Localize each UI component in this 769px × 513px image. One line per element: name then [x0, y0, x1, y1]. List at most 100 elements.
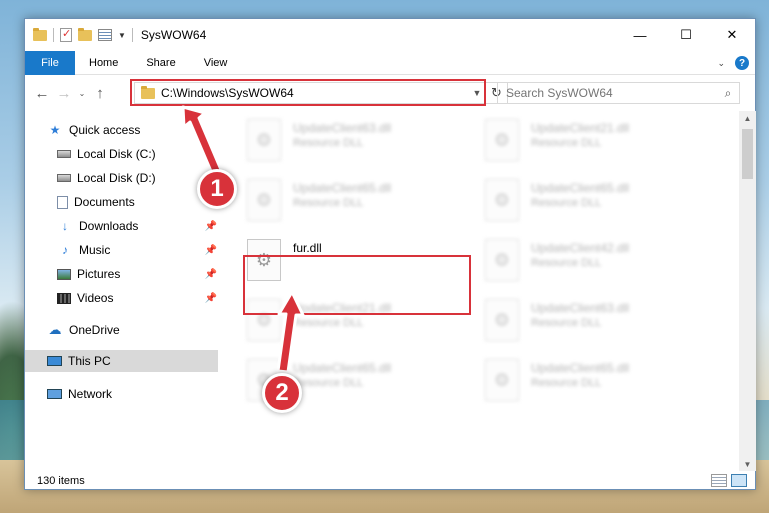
title-bar: ▼ SysWOW64 — ☐ ✕ — [25, 19, 755, 51]
file-name: UpdateClient65.dll — [293, 361, 392, 375]
file-list: ⚙ UpdateClient63.dll Resource DLL ⚙ Updat… — [225, 111, 739, 468]
explorer-window: ▼ SysWOW64 — ☐ ✕ File Home Share View ⌄ … — [24, 18, 756, 490]
search-input[interactable] — [506, 86, 717, 100]
item-count: 130 items — [37, 475, 85, 487]
large-icons-view-icon[interactable] — [731, 474, 747, 487]
list-item[interactable]: ⚙ UpdateClient65.dll Resource DLL — [485, 179, 705, 235]
drive-icon — [57, 174, 71, 182]
file-type: Resource DLL — [531, 137, 602, 149]
dll-file-icon: ⚙ — [485, 179, 519, 221]
new-folder-icon[interactable] — [78, 27, 92, 41]
expand-ribbon-icon[interactable]: ⌄ — [717, 58, 725, 69]
dll-file-icon: ⚙ — [485, 239, 519, 281]
pin-icon[interactable]: 📌 — [205, 245, 217, 256]
search-box[interactable]: ⌕ — [497, 82, 740, 104]
pin-icon[interactable]: 📌 — [205, 269, 217, 280]
tab-home[interactable]: Home — [75, 51, 132, 75]
dll-file-icon: ⚙ — [247, 119, 281, 161]
file-type: Resource DLL — [531, 377, 602, 389]
list-item-fur-dll[interactable]: ⚙ fur.dll — [247, 239, 467, 295]
scroll-down-icon[interactable]: ▼ — [739, 457, 756, 471]
list-item[interactable]: ⚙ UpdateClient65.dll Resource DLL — [485, 359, 705, 415]
recent-locations-button[interactable]: ⌄ — [75, 81, 89, 105]
pin-icon[interactable]: 📌 — [205, 293, 217, 304]
sidebar-item-label: Downloads — [79, 219, 139, 233]
tab-file[interactable]: File — [25, 50, 75, 75]
customize-toolbar-icon[interactable]: ▼ — [118, 31, 126, 40]
sidebar-item-pictures[interactable]: Pictures 📌 — [57, 263, 217, 285]
properties-icon[interactable] — [60, 27, 72, 42]
sidebar-item-this-pc[interactable]: This PC — [25, 350, 218, 372]
close-button[interactable]: ✕ — [709, 19, 755, 51]
vertical-scrollbar[interactable]: ▲ ▼ — [739, 111, 756, 471]
sidebar-item-label: This PC — [68, 354, 111, 368]
file-type: Resource DLL — [293, 137, 364, 149]
sidebar-item-local-disk-d[interactable]: Local Disk (D:) — [57, 167, 217, 189]
dll-file-icon: ⚙ — [247, 239, 281, 281]
tab-view[interactable]: View — [190, 51, 242, 75]
help-icon[interactable]: ? — [735, 56, 749, 70]
sidebar-item-label: Videos — [77, 291, 114, 305]
dll-file-icon: ⚙ — [247, 179, 281, 221]
toolbar-separator — [53, 28, 54, 42]
details-view-icon[interactable] — [711, 474, 727, 487]
sidebar-item-network[interactable]: Network — [47, 383, 217, 405]
dll-file-icon: ⚙ — [485, 299, 519, 341]
file-name: UpdateClient65.dll — [293, 181, 392, 195]
sidebar-item-downloads[interactable]: ↓ Downloads 📌 — [57, 215, 217, 237]
address-bar[interactable]: C:\Windows\SysWOW64 ▼ — [134, 82, 486, 104]
file-type: Resource DLL — [531, 257, 602, 269]
ribbon-tabs: File Home Share View ⌄ ? — [25, 50, 755, 75]
file-name: UpdateClient63.dll — [293, 121, 392, 135]
tab-share[interactable]: Share — [132, 51, 189, 75]
navigation-pane: ★ Quick access Local Disk (C:) Local Dis… — [25, 117, 218, 469]
sidebar-item-quick-access[interactable]: ★ Quick access — [47, 119, 217, 141]
file-name: UpdateClient65.dll — [531, 361, 630, 375]
scroll-thumb[interactable] — [742, 129, 753, 179]
address-path[interactable]: C:\Windows\SysWOW64 — [161, 86, 469, 100]
list-item[interactable]: ⚙ UpdateClient63.dll Resource DLL — [247, 119, 467, 175]
music-icon: ♪ — [62, 243, 68, 257]
sidebar-item-label: OneDrive — [69, 323, 120, 337]
dll-file-icon: ⚙ — [485, 359, 519, 401]
search-icon[interactable]: ⌕ — [717, 86, 739, 101]
sidebar-item-onedrive[interactable]: ☁ OneDrive — [47, 319, 217, 341]
quick-access-toolbar: ▼ — [25, 19, 133, 51]
list-item[interactable]: ⚙ UpdateClient63.dll Resource DLL — [485, 299, 705, 355]
navigation-bar: ← → ⌄ ↑ C:\Windows\SysWOW64 ▼ ↻ ⌕ — [25, 78, 755, 108]
list-item[interactable]: ⚙ UpdateClient42.dll Resource DLL — [485, 239, 705, 295]
sidebar-item-videos[interactable]: Videos 📌 — [57, 287, 217, 309]
documents-icon — [57, 195, 68, 209]
view-options-icon[interactable] — [98, 29, 112, 41]
list-item[interactable]: ⚙ UpdateClient21.dll Resource DLL — [247, 299, 467, 355]
star-icon: ★ — [49, 123, 61, 137]
maximize-button[interactable]: ☐ — [663, 19, 709, 51]
dll-file-icon: ⚙ — [247, 299, 281, 341]
file-name: UpdateClient21.dll — [293, 301, 392, 315]
scroll-up-icon[interactable]: ▲ — [739, 111, 756, 125]
toolbar-separator — [131, 28, 133, 42]
window-controls: — ☐ ✕ — [617, 19, 755, 51]
drive-icon — [57, 150, 71, 158]
window-title: SysWOW64 — [140, 28, 207, 42]
minimize-button[interactable]: — — [617, 19, 663, 51]
sidebar-item-local-disk-c[interactable]: Local Disk (C:) — [57, 143, 217, 165]
folder-icon — [33, 27, 47, 41]
ribbon-right: ⌄ ? — [717, 51, 749, 75]
file-name: UpdateClient42.dll — [531, 241, 630, 255]
list-item[interactable]: ⚙ UpdateClient21.dll Resource DLL — [485, 119, 705, 175]
sidebar-item-label: Local Disk (D:) — [77, 171, 156, 185]
up-button[interactable]: ↑ — [89, 81, 111, 105]
file-name: fur.dll — [293, 241, 322, 255]
network-icon — [47, 389, 62, 399]
file-name: UpdateClient65.dll — [531, 181, 630, 195]
pin-icon[interactable]: 📌 — [205, 221, 217, 232]
chevron-down-icon[interactable]: ▼ — [469, 88, 485, 98]
sidebar-item-documents[interactable]: Documents — [57, 191, 217, 213]
sidebar-item-label: Local Disk (C:) — [77, 147, 156, 161]
forward-button[interactable]: → — [53, 81, 75, 105]
sidebar-item-music[interactable]: ♪ Music 📌 — [57, 239, 217, 261]
list-item[interactable]: ⚙ UpdateClient65.dll Resource DLL — [247, 179, 467, 235]
view-switcher — [711, 474, 747, 487]
back-button[interactable]: ← — [31, 81, 53, 105]
